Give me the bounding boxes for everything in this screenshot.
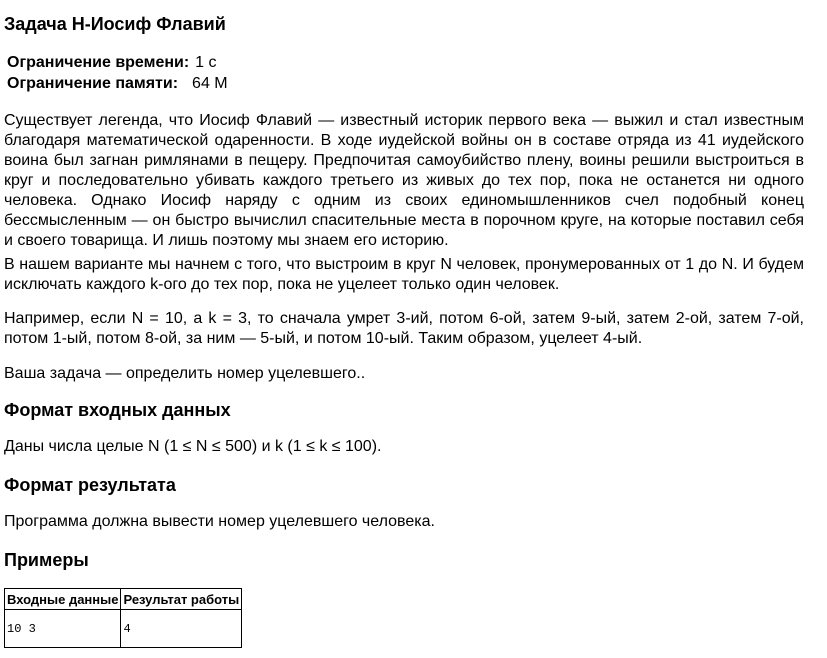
time-limit-label: Ограничение времени: (7, 54, 190, 71)
memory-limit-label: Ограничение памяти: (7, 75, 179, 92)
output-format-heading: Формат результата (4, 475, 176, 495)
examples-heading: Примеры (4, 550, 89, 570)
statement-paragraph-2: В нашем варианте мы начнем с того, что в… (4, 256, 804, 293)
statement-paragraph-1: Существует легенда, что Иосиф Флавий — и… (4, 112, 804, 249)
column-header-input: Входные данные (3, 588, 122, 610)
example-input-cell: 10 3 (3, 609, 122, 648)
time-limit-value: 1 с (195, 54, 217, 71)
memory-limit-row: Ограничение памяти: 64 M (7, 73, 228, 94)
input-format-heading: Формат входных данных (4, 400, 231, 420)
examples-header-row: Входные данные Результат работы (3, 588, 243, 610)
input-format-text: Даны числа целые N (1 ≤ N ≤ 500) и k (1 … (4, 438, 382, 455)
table-row: 10 3 4 (3, 609, 243, 648)
output-format-text: Программа должна вывести номер уцелевшег… (4, 513, 435, 530)
time-limit-row: Ограничение времени: 1 с (7, 52, 228, 73)
problem-title: Задача H-Иосиф Флавий (4, 14, 226, 34)
column-header-output: Результат работы (120, 588, 243, 610)
examples-table: Входные данные Результат работы 10 3 4 (3, 588, 243, 648)
limits-block: Ограничение времени: 1 с Ограничение пам… (7, 52, 228, 94)
memory-limit-value: 64 M (192, 75, 228, 92)
statement-paragraph-4: Ваша задача — определить номер уцелевшег… (4, 365, 366, 382)
statement-paragraph-3: Например, если N = 10, а k = 3, то снача… (4, 310, 804, 347)
example-output-cell: 4 (120, 609, 243, 648)
